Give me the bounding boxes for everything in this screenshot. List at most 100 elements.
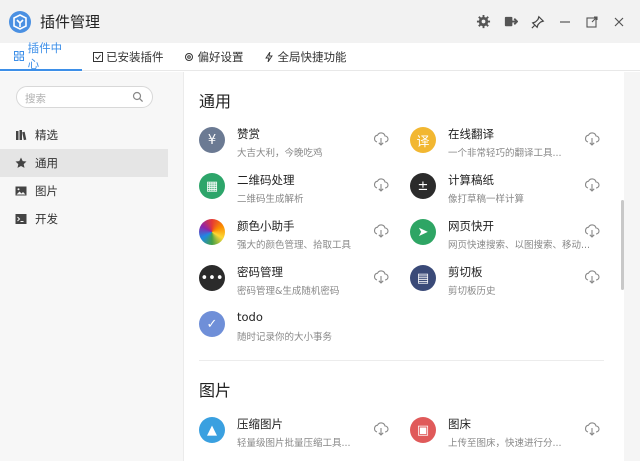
sidebar-item-label: 开发: [35, 212, 58, 226]
plugin-icon: [199, 219, 225, 245]
scrollbar-thumb[interactable]: [621, 200, 624, 290]
plugin-glyph: ▤: [416, 270, 430, 286]
plugin-description: 上传至图床，快速进行分...: [448, 438, 562, 449]
plugin-description: 密码管理&生成随机密码: [237, 286, 340, 297]
plugin-card[interactable]: ➤ 网页快开 网页快速搜索、以图搜索、移动...: [410, 216, 615, 256]
section-title-images: 图片: [199, 381, 232, 400]
plugin-icon: •••: [199, 265, 225, 291]
plugin-description: 大吉大利，今晚吃鸡: [237, 148, 323, 159]
plugin-name: 剪切板: [448, 265, 483, 279]
search-icon[interactable]: [132, 91, 144, 103]
scrollbar-track[interactable]: [624, 72, 640, 461]
plugin-name: 赞赏: [237, 127, 260, 141]
plugin-glyph: ➤: [417, 224, 429, 240]
sidebar-item-general[interactable]: 通用: [0, 149, 168, 177]
plugin-glyph: ▦: [205, 178, 219, 194]
plugin-description: 强大的颜色管理、拾取工具: [237, 240, 352, 251]
minimize-icon[interactable]: [551, 9, 578, 35]
download-icon[interactable]: [373, 177, 389, 192]
plugin-description: 网页快速搜索、以图搜索、移动...: [448, 240, 591, 251]
pin-icon[interactable]: [524, 9, 551, 35]
detach-icon[interactable]: [578, 9, 605, 35]
settings-icon[interactable]: [470, 9, 497, 35]
grid-icon: [14, 51, 25, 62]
sidebar-item-featured[interactable]: 精选: [0, 121, 168, 149]
plugin-description: 一个非常轻巧的翻译工具...: [448, 148, 562, 159]
gear-icon: [184, 52, 195, 63]
plugin-icon: ▤: [410, 265, 436, 291]
download-icon[interactable]: [584, 269, 600, 284]
search-box: [16, 86, 153, 109]
plugin-name: todo: [237, 310, 263, 324]
plugin-glyph: ✓: [206, 316, 218, 332]
window-controls: [470, 0, 632, 43]
sidebar-item-label: 图片: [35, 184, 58, 198]
bolt-icon: [264, 52, 275, 63]
star-icon: [15, 157, 27, 169]
tab-label: 插件中心: [27, 41, 63, 71]
plugin-card[interactable]: 译 在线翻译一个非常轻巧的翻译工具...: [410, 124, 615, 164]
plugin-description: 二维码生成解析: [237, 194, 304, 205]
plugin-name: 压缩图片: [237, 417, 283, 431]
plugin-description: 像打草稿一样计算: [448, 194, 525, 205]
plugin-icon: ▦: [199, 173, 225, 199]
tab-installed-plugins[interactable]: 已安装插件: [82, 43, 174, 71]
bookshelf-icon: [15, 129, 27, 141]
checkbox-icon: [92, 52, 103, 63]
sidebar-item-development[interactable]: 开发: [0, 205, 168, 233]
sidebar-item-images[interactable]: 图片: [0, 177, 168, 205]
plugin-description: 轻量级图片批量压缩工具...: [237, 438, 351, 449]
download-icon[interactable]: [584, 223, 600, 238]
plugin-list-panel: 通用 ¥ 赞赏 大吉大利，今晚吃鸡 译 在线翻译 一个非常轻巧的翻译工具... ▦ 二维码处理…: [184, 72, 624, 461]
tab-global-shortcuts[interactable]: 全局快捷功能: [254, 43, 357, 71]
download-icon[interactable]: [373, 131, 389, 146]
download-icon[interactable]: [584, 131, 600, 146]
plugin-card[interactable]: 颜色小助手强大的颜色管理、拾取工具: [199, 216, 404, 256]
plugin-name: 计算稿纸: [448, 173, 494, 187]
tab-preferences[interactable]: 偏好设置: [174, 43, 254, 71]
plugin-card[interactable]: ✓ todo 随时记录你的大小事务: [199, 308, 404, 348]
plugin-card[interactable]: ▲ 压缩图片轻量级图片批量压缩工具...: [199, 414, 404, 454]
tab-label: 已安装插件: [106, 50, 164, 64]
plugin-card[interactable]: ± 计算稿纸 像打草稿一样计算: [410, 170, 615, 210]
plugin-card[interactable]: ▦ 二维码处理二维码生成解析: [199, 170, 404, 210]
sidebar-item-label: 精选: [35, 128, 58, 142]
download-icon[interactable]: [584, 177, 600, 192]
sidebar-item-label: 通用: [35, 156, 58, 170]
download-icon[interactable]: [373, 269, 389, 284]
plugin-icon: ✓: [199, 311, 225, 337]
download-icon[interactable]: [373, 421, 389, 436]
plugin-card[interactable]: ••• 密码管理密码管理&生成随机密码: [199, 262, 404, 302]
plugin-description: 随时记录你的大小事务: [237, 332, 333, 343]
plugin-name: 密码管理: [237, 265, 283, 279]
tab-bar: 插件中心 已安装插件 偏好设置 全局快捷功能: [0, 41, 640, 71]
sidebar: 精选 通用 图片 开发: [0, 72, 184, 461]
plugin-icon: ¥: [199, 127, 225, 153]
search-input[interactable]: [25, 89, 125, 109]
plugin-glyph: 译: [416, 134, 430, 150]
download-icon[interactable]: [584, 421, 600, 436]
plugin-card[interactable]: ▤ 剪切板剪切板历史: [410, 262, 615, 302]
plugin-description: 剪切板历史: [448, 286, 496, 297]
plugin-name: 颜色小助手: [237, 219, 295, 233]
plugin-glyph: ▲: [207, 422, 217, 438]
plugin-card[interactable]: ¥ 赞赏大吉大利，今晚吃鸡: [199, 124, 404, 164]
plugin-icon: ➤: [410, 219, 436, 245]
close-icon[interactable]: [605, 9, 632, 35]
plugin-name: 二维码处理: [237, 173, 295, 187]
plugin-glyph: ¥: [207, 132, 217, 148]
download-icon[interactable]: [373, 223, 389, 238]
tab-label: 全局快捷功能: [277, 50, 347, 64]
exit-icon[interactable]: [497, 9, 524, 35]
plugin-glyph: •••: [200, 270, 224, 286]
plugin-icon: 译: [410, 127, 436, 153]
section-divider: [199, 360, 604, 361]
title-bar: 插件管理: [0, 0, 640, 43]
plugin-name: 图床: [448, 417, 471, 431]
plugin-name: 在线翻译: [448, 127, 494, 141]
tab-plugin-center[interactable]: 插件中心: [0, 41, 82, 71]
plugin-icon: ▣: [410, 417, 436, 443]
image-icon: [15, 185, 27, 197]
plugin-card[interactable]: ▣ 图床上传至图床，快速进行分...: [410, 414, 615, 454]
window-title: 插件管理: [40, 13, 101, 31]
